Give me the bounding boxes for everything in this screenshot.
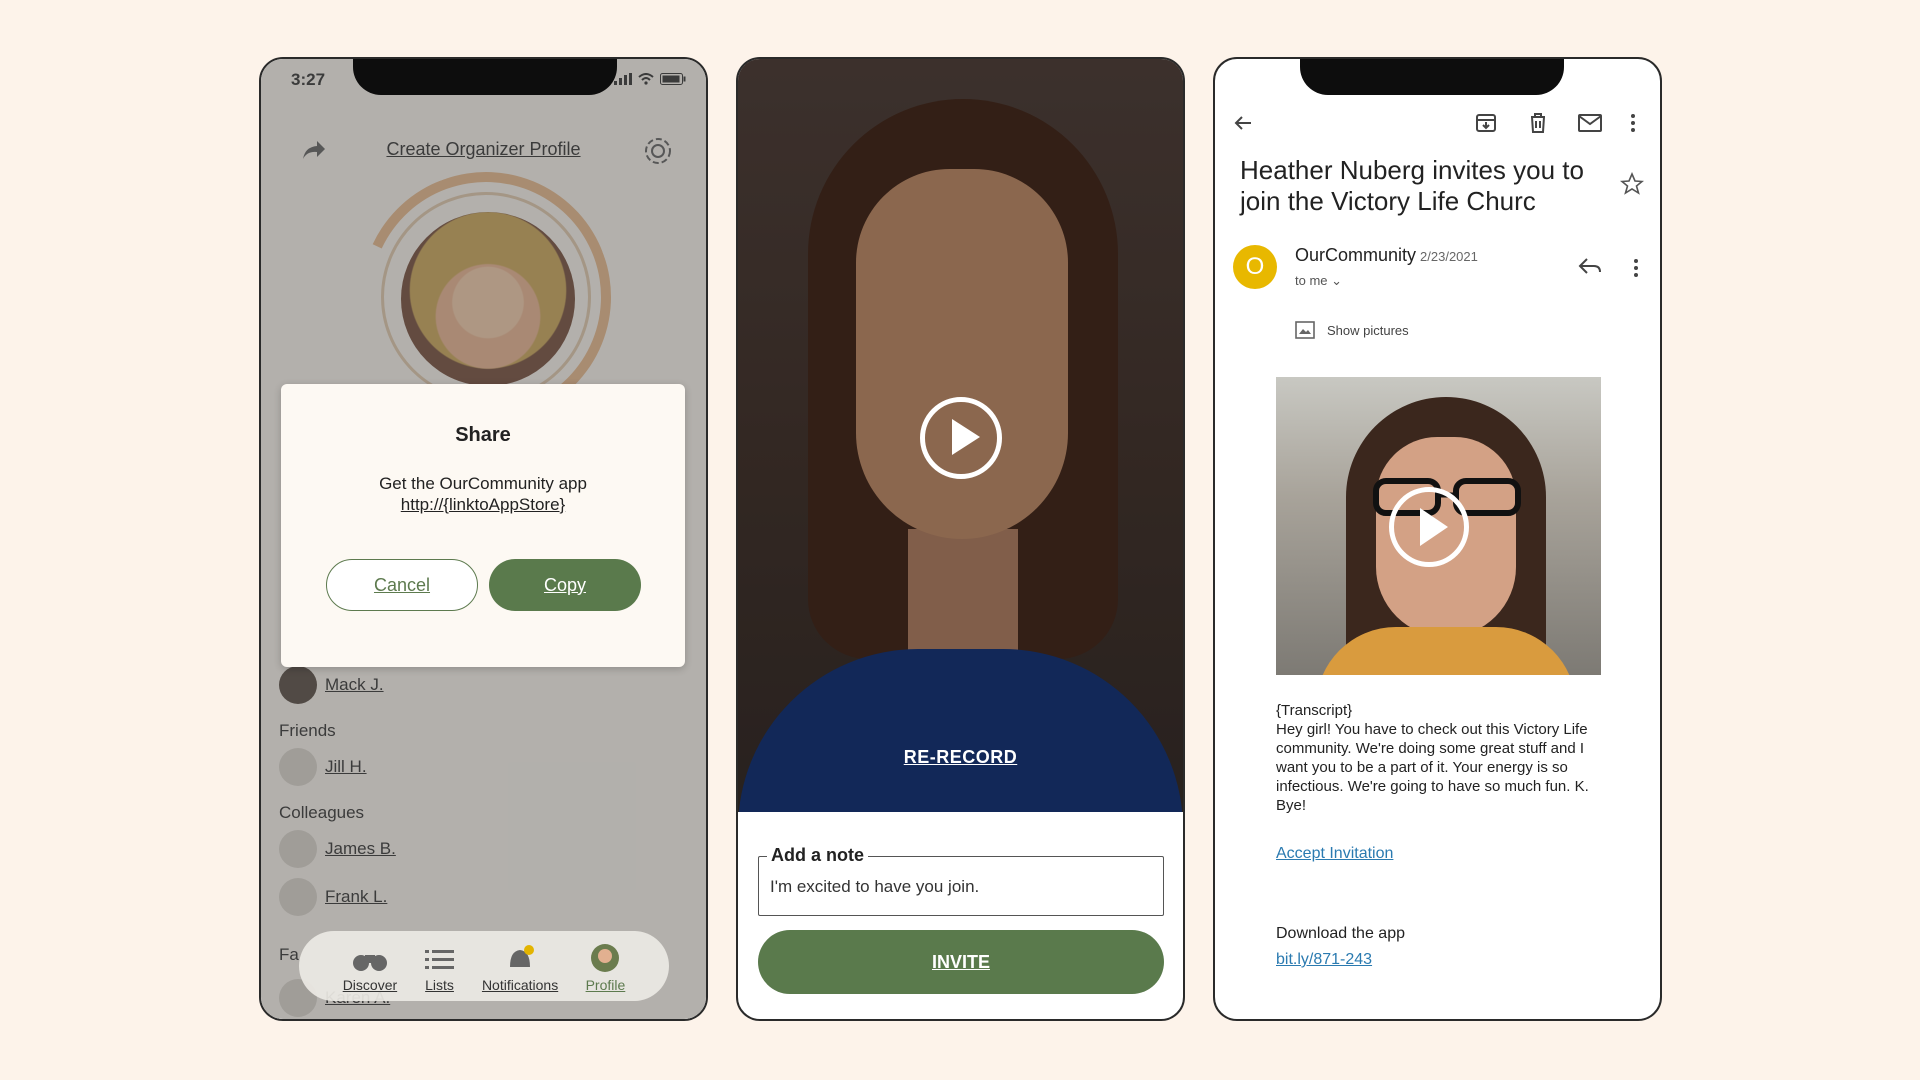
show-pictures-label: Show pictures [1327, 322, 1409, 338]
sender-name: OurCommunity [1295, 245, 1417, 265]
email-toolbar [1215, 103, 1660, 143]
app-store-link[interactable]: http://{linktoAppStore} [281, 495, 685, 515]
email-body: {Transcript} Hey girl! You have to check… [1276, 701, 1606, 815]
more-vertical-icon[interactable] [1632, 256, 1640, 280]
note-field[interactable]: Add a note I'm excited to have you join. [758, 845, 1164, 916]
phone-notch [1300, 59, 1564, 95]
chevron-down-icon: ⌄ [1331, 273, 1343, 288]
trash-icon[interactable] [1526, 111, 1550, 135]
phone-notch [353, 59, 617, 95]
dialog-title: Share [455, 424, 511, 446]
sender-date: 2/23/2021 [1420, 249, 1478, 264]
phone-video-invite: RE-RECORD Add a note I'm excited to have… [736, 57, 1185, 1021]
tab-label: Discover [342, 977, 398, 993]
image-icon [1295, 321, 1315, 339]
video-preview[interactable]: RE-RECORD [738, 59, 1183, 812]
binoculars-icon [352, 955, 387, 971]
archive-icon[interactable] [1474, 111, 1498, 135]
invite-button[interactable]: INVITE [758, 930, 1164, 994]
to-me-label: to me [1295, 273, 1328, 288]
star-icon[interactable] [1620, 172, 1644, 196]
more-vertical-icon[interactable] [1629, 111, 1637, 135]
copy-button[interactable]: Copy [489, 559, 641, 611]
show-pictures-button[interactable]: Show pictures [1295, 321, 1409, 339]
tab-lists[interactable]: Lists [424, 947, 455, 993]
email-subject: Heather Nuberg invites you to join the V… [1240, 155, 1584, 216]
bell-icon [510, 945, 535, 967]
tab-label: Profile [585, 977, 626, 993]
phone-email: Heather Nuberg invites you to join the V… [1213, 57, 1662, 1021]
dialog-text: Get the OurCommunity app [379, 474, 587, 493]
download-link[interactable]: bit.ly/871-243 [1276, 951, 1372, 969]
tab-discover[interactable]: Discover [343, 947, 397, 993]
video-thumbnail[interactable] [1276, 377, 1601, 675]
tab-label: Notifications [481, 977, 559, 993]
reply-icon[interactable] [1578, 256, 1602, 276]
note-label: Add a note [767, 845, 868, 866]
re-record-button[interactable]: RE-RECORD [738, 747, 1183, 768]
bottom-tab-bar: Discover Lists Notifications Profile [299, 931, 669, 1001]
phone-organizer-profile: 3:27 Create Organizer Profile Mack J. Fr… [259, 57, 708, 1021]
back-arrow-icon[interactable] [1231, 111, 1255, 135]
sender-avatar: O [1233, 245, 1277, 289]
note-input[interactable]: I'm excited to have you join. [770, 877, 979, 897]
tab-notifications[interactable]: Notifications [482, 945, 558, 993]
play-icon[interactable] [920, 397, 1002, 479]
cancel-button[interactable]: Cancel [326, 559, 478, 611]
tab-profile[interactable]: Profile [585, 943, 626, 993]
transcript-tag: {Transcript} [1276, 702, 1353, 719]
list-icon [424, 950, 454, 969]
message-text: Hey girl! You have to check out this Vic… [1276, 721, 1589, 814]
accept-invitation-link[interactable]: Accept Invitation [1276, 845, 1393, 863]
sender-line: OurCommunity 2/23/2021 [1295, 245, 1478, 266]
recipient-toggle[interactable]: to me ⌄ [1295, 273, 1342, 289]
share-dialog: Share Get the OurCommunity app http://{l… [281, 384, 685, 667]
mail-icon[interactable] [1577, 111, 1603, 135]
dialog-buttons: Cancel Copy [326, 559, 641, 611]
profile-avatar-icon [591, 944, 620, 972]
download-label: Download the app [1276, 925, 1405, 942]
play-icon[interactable] [1389, 487, 1469, 567]
tab-label: Lists [425, 977, 454, 993]
